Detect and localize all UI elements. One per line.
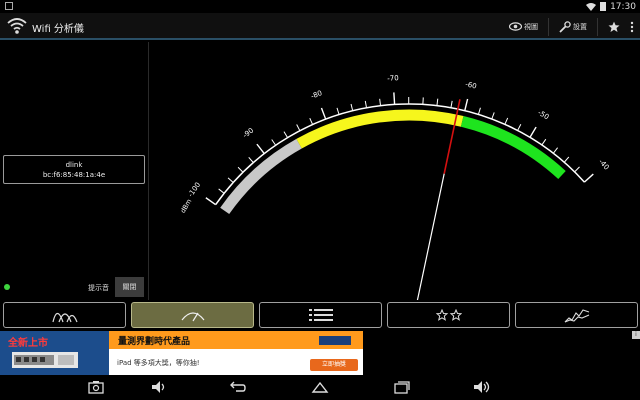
gauge-tick-label: -70 xyxy=(387,74,399,83)
gauge-minor-tick xyxy=(227,177,234,183)
gauge-minor-tick xyxy=(504,117,509,125)
beep-toggle-button[interactable]: 關閉 xyxy=(115,277,144,297)
volume-down-icon[interactable] xyxy=(150,379,168,395)
status-tray: 17:30 xyxy=(586,0,636,13)
channel-graph-icon xyxy=(51,312,78,323)
view-action-label: 視圖 xyxy=(524,22,538,31)
list-icon xyxy=(308,309,333,321)
gauge-major-tick xyxy=(529,126,537,138)
ad-badge: 全新上市 xyxy=(8,338,48,349)
time-graph-icon xyxy=(564,309,589,323)
signal-gauge: -100 -90 -80 -70 -60 -50 -40 dBm xyxy=(179,74,611,300)
app-title: Wifi 分析儀 xyxy=(32,24,84,35)
settings-action-label: 設置 xyxy=(573,22,587,31)
ad-text: iPad 等多項大獎，等你抽! xyxy=(117,359,200,367)
ad-info-icon[interactable]: i xyxy=(632,331,640,339)
gauge-tick-label: -100 xyxy=(187,181,203,199)
gauge-minor-tick xyxy=(283,131,288,138)
ad-brand-logo xyxy=(319,336,351,345)
gauge-tick-label: -80 xyxy=(310,89,324,101)
gauge-minor-tick xyxy=(248,157,254,163)
gauge-minor-tick xyxy=(271,139,277,146)
gauge-major-tick xyxy=(583,173,594,183)
gauge-major-tick xyxy=(393,92,396,105)
gauge-minor-tick xyxy=(541,138,547,146)
gauge-band-0 xyxy=(220,138,302,215)
back-icon[interactable] xyxy=(228,379,246,395)
system-nav-bar xyxy=(0,375,640,400)
gauge-tick-label: -60 xyxy=(464,80,477,90)
gauge-major-tick xyxy=(205,197,217,206)
gauge-unit-label: dBm xyxy=(179,198,194,215)
ad-cta-button[interactable]: 立即抽獎 xyxy=(310,359,358,371)
gauge-minor-tick xyxy=(436,98,439,106)
gauge-major-tick xyxy=(464,98,469,111)
star-icon xyxy=(608,21,620,32)
gauge-minor-tick xyxy=(379,98,382,106)
tab-ap-list[interactable] xyxy=(259,302,382,328)
battery-icon xyxy=(600,2,607,11)
gauge-minor-tick xyxy=(218,188,225,194)
network-selector[interactable]: dlink bc:f6:85:48:1a:4e xyxy=(3,155,145,184)
ad-header: 量測界劃時代產品 xyxy=(109,331,363,349)
gauge-minor-tick xyxy=(563,156,570,163)
settings-action[interactable]: 設置 xyxy=(559,20,587,33)
meter-icon xyxy=(181,312,204,322)
gauge-minor-tick xyxy=(552,147,558,154)
gauge-minor-tick xyxy=(491,112,495,120)
ad-product-image[interactable]: 全新上市 xyxy=(0,331,109,375)
signal-meter: -100 -90 -80 -70 -60 -50 -40 dBm xyxy=(149,42,640,300)
tab-time-graph[interactable] xyxy=(515,302,638,328)
instrument-image xyxy=(12,352,78,368)
gauge-tick-label: -50 xyxy=(536,109,550,122)
clock: 17:30 xyxy=(610,1,636,12)
action-bar: Wifi 分析儀 視圖 設置 xyxy=(0,13,640,40)
tab-signal-meter[interactable] xyxy=(131,302,254,328)
ad-banner[interactable]: 全新上市 量測界劃時代產品 iPad 等多項大獎，等你抽! 立即抽獎 i xyxy=(0,331,640,375)
app-wifi-icon[interactable] xyxy=(6,16,28,36)
ad-title: 量測界劃時代產品 xyxy=(118,337,191,347)
view-action[interactable]: 視圖 xyxy=(509,22,538,32)
gauge-minor-tick xyxy=(450,100,453,108)
stars-icon xyxy=(435,309,462,321)
home-icon[interactable] xyxy=(311,379,329,395)
gauge-minor-tick xyxy=(574,166,580,173)
tab-channel-graph[interactable] xyxy=(3,302,126,328)
gauge-minor-tick xyxy=(517,124,522,131)
tab-channel-rating[interactable] xyxy=(387,302,510,328)
network-bssid: bc:f6:85:48:1a:4e xyxy=(42,171,106,179)
notification-icon xyxy=(5,2,13,10)
gauge-minor-tick xyxy=(296,124,301,131)
recent-apps-icon[interactable] xyxy=(393,379,411,395)
volume-up-icon[interactable] xyxy=(472,379,490,395)
signal-indicator-dot xyxy=(4,284,10,290)
gauge-minor-tick xyxy=(364,100,368,108)
wrench-icon xyxy=(559,20,571,33)
gauge-major-tick xyxy=(320,107,327,120)
overflow-menu-button[interactable] xyxy=(630,21,634,33)
gauge-minor-tick xyxy=(477,107,481,115)
action-divider xyxy=(548,17,549,36)
view-tabs xyxy=(0,302,640,329)
overflow-menu-icon xyxy=(630,21,634,32)
gauge-tick-label: -90 xyxy=(241,126,255,139)
gauge-minor-tick xyxy=(237,166,244,173)
status-bar: 17:30 xyxy=(0,0,640,13)
action-divider xyxy=(597,17,598,36)
favorite-action[interactable] xyxy=(608,21,620,33)
screenshot-icon[interactable] xyxy=(87,379,105,395)
gauge-major-tick xyxy=(256,143,265,155)
eye-icon xyxy=(509,22,522,31)
beep-label: 提示音 xyxy=(88,284,109,292)
ad-content[interactable]: 量測界劃時代產品 iPad 等多項大獎，等你抽! 立即抽獎 xyxy=(109,331,363,375)
gauge-needle-shaft xyxy=(416,173,445,300)
gauge-minor-tick xyxy=(350,103,354,111)
wifi-status-icon xyxy=(586,2,597,11)
network-ssid: dlink xyxy=(65,161,83,169)
gauge-tick-label: -40 xyxy=(597,158,611,172)
gauge-minor-tick xyxy=(336,107,340,115)
gauge-minor-tick xyxy=(309,117,314,125)
gauge-needle-tip xyxy=(443,99,461,174)
